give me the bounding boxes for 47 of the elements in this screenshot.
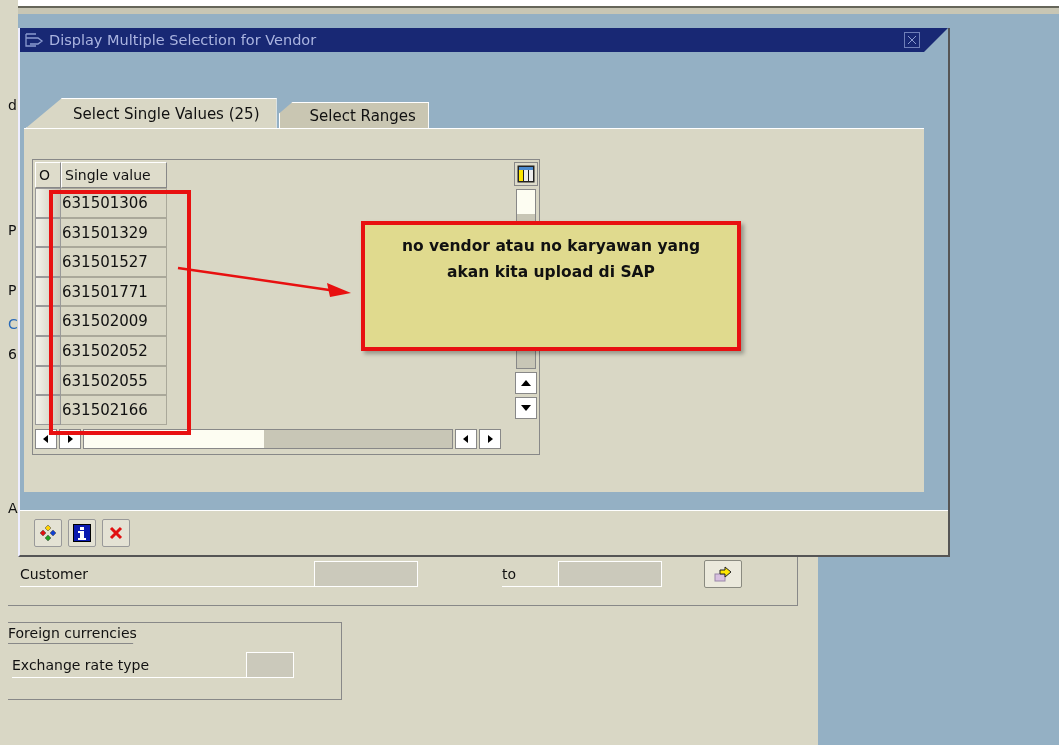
table-cell[interactable]: 631501527 [61,247,167,277]
table-cell[interactable]: 631501329 [61,217,167,248]
cut-off-label: P [8,282,17,298]
scroll-right-button[interactable] [479,428,501,449]
up-arrow-icon [521,380,531,386]
info-icon [73,524,91,542]
execute-button[interactable] [34,519,62,547]
input-field[interactable] [246,652,294,678]
table-cell[interactable]: 631501306 [61,188,167,218]
cancel-button[interactable] [102,519,130,547]
info-button[interactable] [68,519,96,547]
close-icon[interactable] [904,32,920,48]
scroll-down-button[interactable] [515,397,537,419]
cut-off-label: 6 [8,346,17,362]
column-settings-button[interactable] [514,162,538,186]
multiple-selection-button[interactable] [704,560,742,588]
right-arrow-icon [67,434,73,443]
input-field[interactable] [314,561,418,587]
column-header[interactable]: O [35,162,61,188]
tab[interactable]: Select Single Values (25) [26,98,277,128]
table-cell[interactable]: 631502055 [61,365,167,396]
table-cell[interactable]: 631502052 [61,335,167,366]
tab[interactable]: Select Ranges [278,102,429,128]
table-cell[interactable]: 631502166 [61,395,167,425]
down-arrow-icon [521,405,531,411]
diamond-icon [39,524,57,542]
field-label: Customer [20,561,314,587]
close-icon [108,525,124,541]
window-title: Display Multiple Selection for Vendor [49,32,317,48]
cut-off-label: P [8,222,17,238]
right-arrow-icon [487,434,493,443]
field-label: Exchange rate type [12,652,246,678]
table-cell[interactable]: 631502009 [61,306,167,336]
scroll-up-button[interactable] [515,372,537,394]
column-header[interactable]: Single value [61,162,167,188]
annotation-tooltip: no vendor atau no karyawan yang akan kita upload di SAP [361,221,741,351]
arrow-icon [714,566,732,582]
left-arrow-icon [43,434,49,443]
table-cell[interactable]: 631501771 [61,276,167,307]
cut-off-label: A [8,500,18,516]
left-arrow-icon [463,434,469,443]
scroll-left-button[interactable] [455,428,477,449]
cut-off-label: C [8,316,18,332]
cut-off-label: d [8,97,17,113]
scrollbar[interactable] [83,428,453,449]
columns-icon [517,165,535,183]
input-field[interactable] [558,561,662,587]
